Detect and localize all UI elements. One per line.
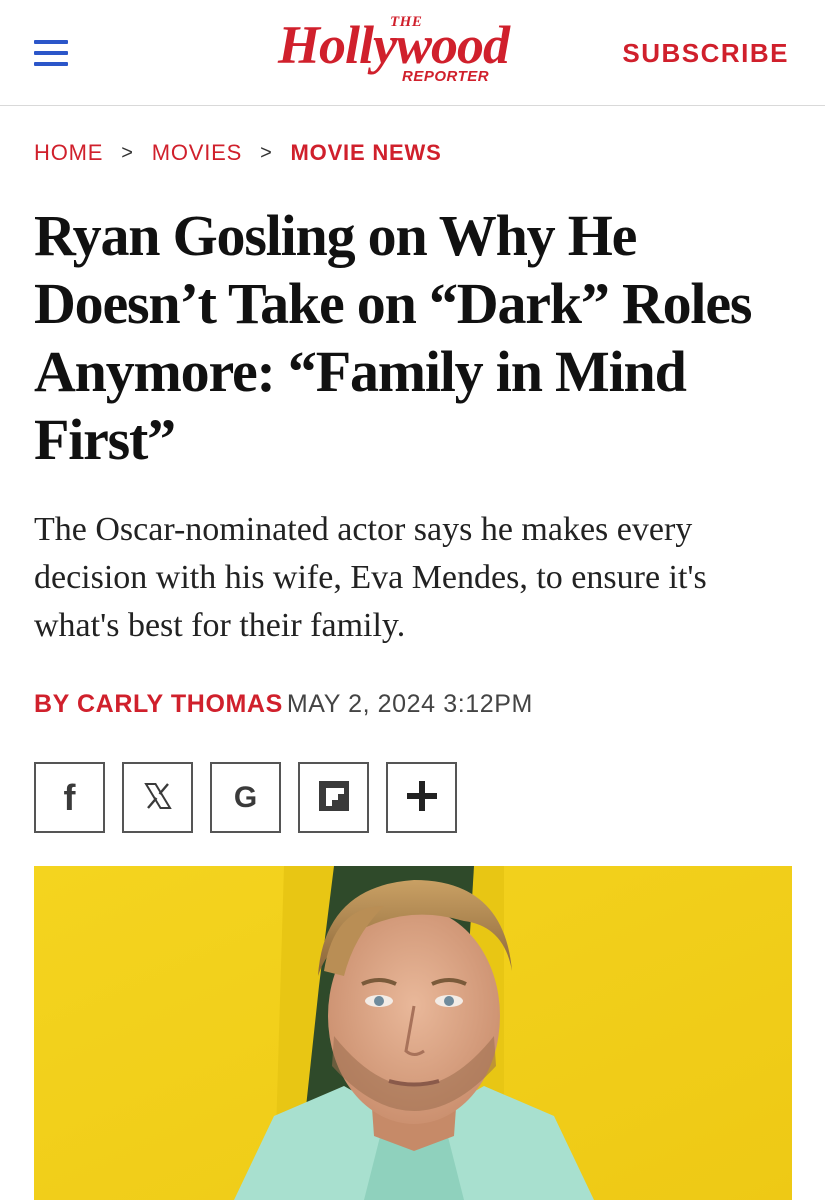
x-icon: [142, 780, 174, 816]
google-share-button[interactable]: G: [210, 762, 281, 833]
more-share-button[interactable]: [386, 762, 457, 833]
plus-icon: [405, 779, 439, 817]
hero-image[interactable]: [34, 866, 792, 1200]
author-byline[interactable]: BY CARLY THOMAS: [34, 690, 283, 719]
google-icon: G: [233, 780, 258, 814]
breadcrumb-separator: >: [121, 141, 134, 164]
breadcrumb-movie-news[interactable]: MOVIE NEWS: [291, 140, 442, 166]
hero-photo: [34, 866, 792, 1200]
flipboard-share-button[interactable]: [298, 762, 369, 833]
breadcrumb-separator: >: [260, 141, 273, 164]
flipboard-icon: [317, 779, 351, 817]
subscribe-link[interactable]: SUBSCRIBE: [622, 38, 789, 69]
article-dek: The Oscar-nominated actor says he makes …: [34, 511, 707, 644]
share-buttons: f G: [34, 762, 457, 833]
breadcrumb-home[interactable]: HOME: [34, 140, 103, 166]
publish-date: MAY 2, 2024 3:12PM: [286, 690, 533, 718]
facebook-share-button[interactable]: f: [34, 762, 105, 833]
breadcrumb: HOME > MOVIES > MOVIE NEWS: [34, 140, 442, 166]
breadcrumb-movies[interactable]: MOVIES: [152, 140, 242, 166]
facebook-icon: f: [63, 776, 76, 818]
x-share-button[interactable]: [122, 762, 193, 833]
byline-row: BY CARLY THOMAS MAY 2, 2024 3:12PM: [34, 690, 533, 719]
site-header: THE Hollywood REPORTER SUBSCRIBE: [0, 0, 825, 106]
hamburger-menu-icon[interactable]: [34, 40, 68, 66]
article-headline: Ryan Gosling on Why He Doesn’t Take on “…: [34, 203, 752, 472]
logo-reporter: REPORTER: [402, 68, 490, 85]
logo-wordmark: Hollywood: [278, 15, 510, 75]
site-logo[interactable]: THE Hollywood REPORTER: [278, 14, 550, 90]
